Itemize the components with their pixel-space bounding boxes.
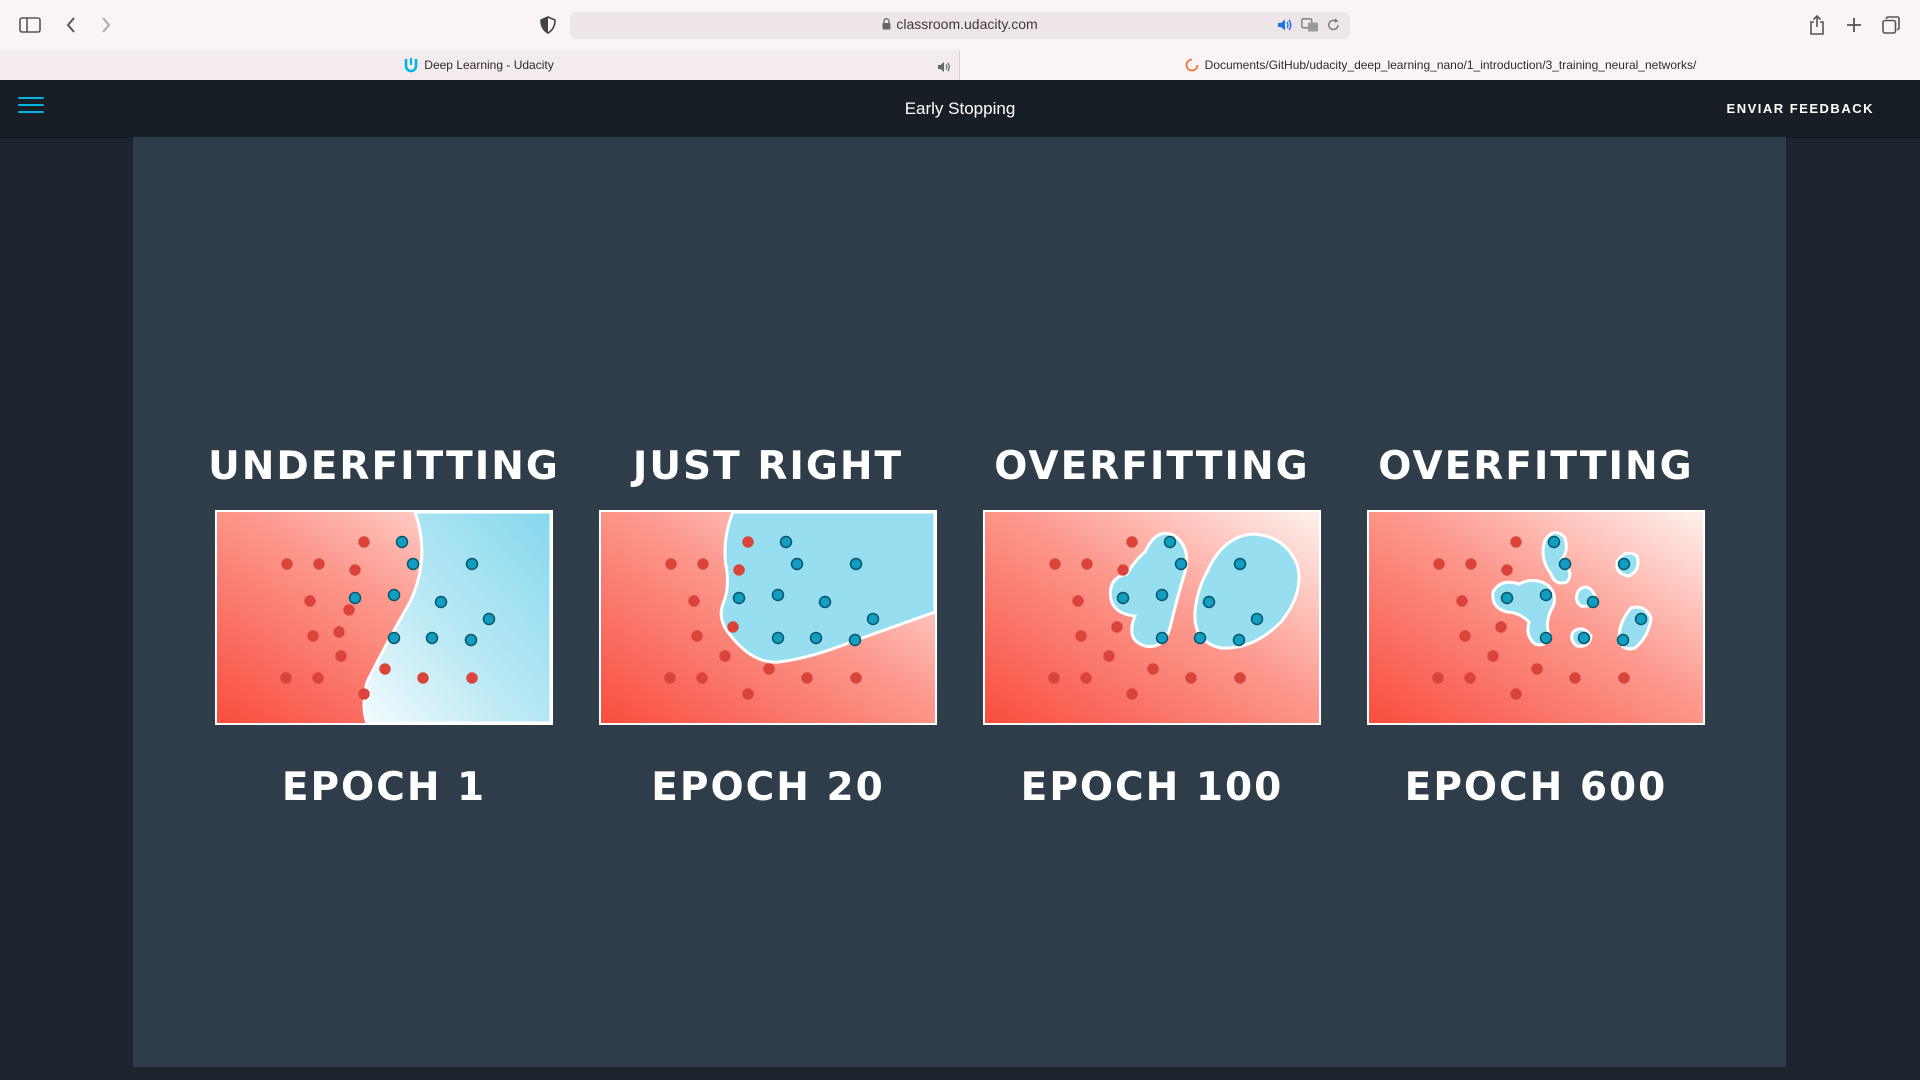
- classroom-header: Early Stopping ENVIAR FEEDBACK: [0, 80, 1920, 138]
- tab-documents[interactable]: Documents/GitHub/udacity_deep_learning_n…: [959, 50, 1920, 80]
- panel-title: JUST RIGHT: [632, 444, 904, 489]
- reload-icon[interactable]: [1327, 17, 1340, 36]
- tab-label: Documents/GitHub/udacity_deep_learning_n…: [1204, 58, 1697, 72]
- decision-boundary-plot: [983, 510, 1321, 725]
- lesson-title: Early Stopping: [904, 99, 1016, 118]
- browser-toolbar: classroom.udacity.com: [0, 0, 1920, 50]
- address-bar[interactable]: classroom.udacity.com: [570, 12, 1350, 39]
- shield-icon[interactable]: [532, 9, 564, 41]
- panel-epoch-label: EPOCH 600: [1404, 765, 1668, 810]
- panel-title: UNDERFITTING: [208, 444, 560, 489]
- back-icon[interactable]: [55, 9, 87, 41]
- decision-boundary-plot: [1367, 510, 1705, 725]
- video-player[interactable]: UNDERFITTING EPOCH 1 JUST RIGHT EPOCH 20…: [133, 137, 1786, 1067]
- tab-label: Deep Learning - Udacity: [424, 58, 554, 72]
- tab-overview-icon[interactable]: [1875, 9, 1907, 41]
- tab-audio-icon[interactable]: [937, 58, 951, 77]
- panel-epoch-label: EPOCH 100: [1020, 765, 1284, 810]
- translate-icon[interactable]: [1301, 17, 1319, 36]
- decision-boundary-plot: [599, 510, 937, 725]
- audio-icon[interactable]: [1277, 17, 1293, 36]
- tab-deep-learning[interactable]: Deep Learning - Udacity: [0, 50, 958, 80]
- loading-icon: [1185, 58, 1199, 72]
- tab-bar: Deep Learning - Udacity Documents/GitHub…: [0, 50, 1920, 81]
- lock-icon: [882, 17, 891, 33]
- forward-icon[interactable]: [90, 9, 122, 41]
- panel-title: OVERFITTING: [994, 444, 1310, 489]
- url-text: classroom.udacity.com: [896, 16, 1038, 32]
- sidebar-icon[interactable]: [14, 9, 46, 41]
- panel-epoch-label: EPOCH 20: [651, 765, 885, 810]
- new-tab-icon[interactable]: [1838, 9, 1870, 41]
- decision-boundary-plot: [215, 510, 553, 725]
- panel-epoch-label: EPOCH 1: [281, 765, 487, 810]
- send-feedback-button[interactable]: ENVIAR FEEDBACK: [1727, 101, 1874, 116]
- share-icon[interactable]: [1801, 9, 1833, 41]
- panel-title: OVERFITTING: [1378, 444, 1694, 489]
- udacity-logo-icon: [404, 57, 418, 73]
